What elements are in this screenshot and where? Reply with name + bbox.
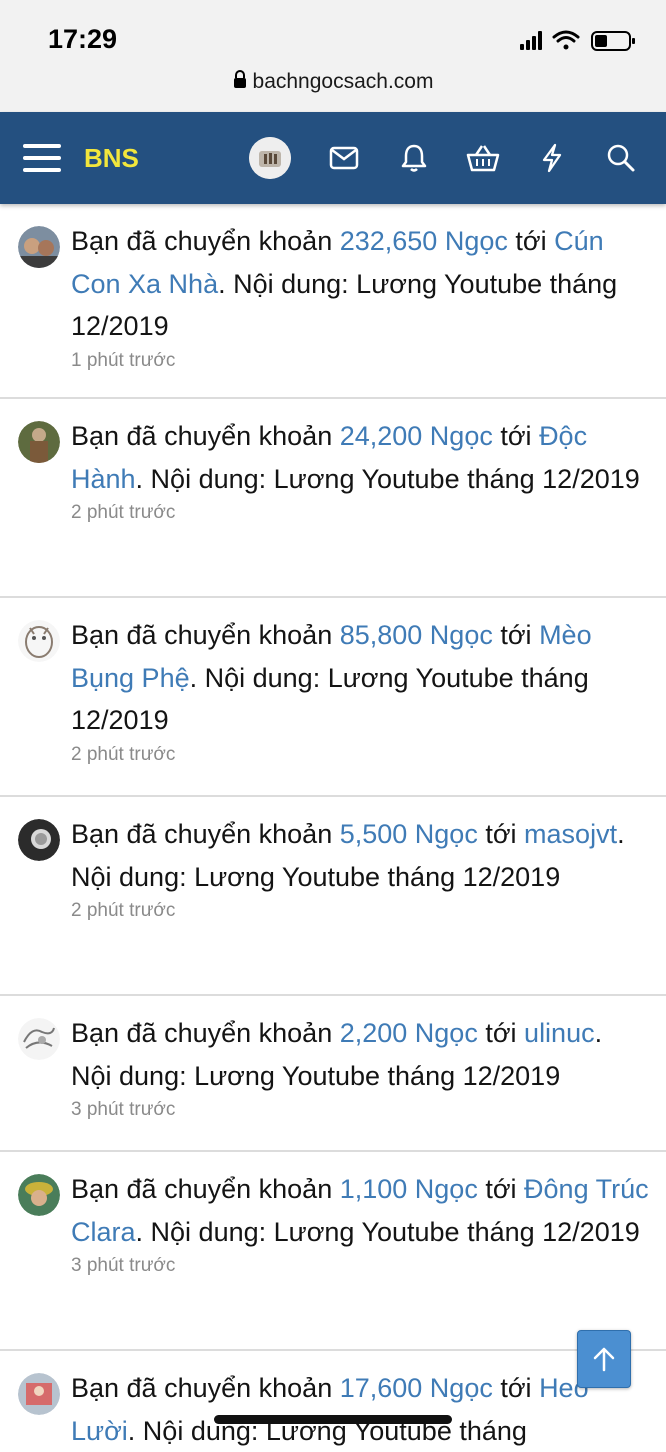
lock-icon	[233, 70, 247, 94]
site-navbar: BNS	[0, 112, 666, 204]
timestamp: 3 phút trước	[71, 1099, 176, 1120]
address-bar[interactable]: bachngocsach.com	[0, 70, 666, 94]
avatar[interactable]	[18, 226, 60, 268]
browser-status-bar: 17:29 bachngocsach.com	[0, 0, 666, 112]
avatar[interactable]	[18, 620, 60, 662]
amount-link[interactable]: 85,800 Ngọc	[340, 620, 493, 650]
clock: 17:29	[48, 24, 118, 54]
arrow-up-icon	[593, 1347, 615, 1372]
avatar[interactable]	[18, 1018, 60, 1060]
battery-icon	[591, 31, 635, 51]
avatar[interactable]	[18, 819, 60, 861]
list-item[interactable]: Bạn đã chuyển khoản 85,800 Ngọc tới Mèo …	[0, 598, 666, 797]
avatar[interactable]	[18, 421, 60, 463]
amount-link[interactable]: 2,200 Ngọc	[340, 1018, 478, 1048]
menu-icon[interactable]	[22, 112, 62, 204]
list-item[interactable]: Bạn đã chuyển khoản 24,200 Ngọc tới Độc …	[0, 399, 666, 598]
amount-link[interactable]: 17,600 Ngọc	[340, 1373, 493, 1403]
mail-icon[interactable]	[326, 112, 362, 204]
avatar[interactable]	[249, 137, 291, 179]
amount-link[interactable]: 5,500 Ngọc	[340, 819, 478, 849]
wifi-icon	[552, 30, 580, 50]
list-item[interactable]: Bạn đã chuyển khoản 1,100 Ngọc tới Đông …	[0, 1152, 666, 1351]
search-icon[interactable]	[604, 112, 638, 204]
avatar[interactable]	[18, 1174, 60, 1216]
timestamp: 2 phút trước	[71, 743, 176, 765]
brand-logo[interactable]: BNS	[84, 112, 139, 204]
transfer-message: Bạn đã chuyển khoản 24,200 Ngọc tới Độc …	[71, 421, 640, 494]
url-text: bachngocsach.com	[252, 70, 434, 93]
amount-link[interactable]: 24,200 Ngọc	[340, 421, 493, 451]
scroll-to-top-button[interactable]	[577, 1330, 631, 1388]
timestamp: 2 phút trước	[71, 900, 176, 921]
transfer-message: Bạn đã chuyển khoản 5,500 Ngọc tới masoj…	[71, 819, 625, 892]
list-item[interactable]: Bạn đã chuyển khoản 232,650 Ngọc tới Cún…	[0, 204, 666, 399]
basket-icon[interactable]	[464, 112, 502, 204]
transfer-message: Bạn đã chuyển khoản 17,600 Ngọc tới Heo …	[71, 1373, 589, 1446]
transfer-message: Bạn đã chuyển khoản 232,650 Ngọc tới Cún…	[71, 226, 618, 341]
transfer-message: Bạn đã chuyển khoản 85,800 Ngọc tới Mèo …	[71, 620, 592, 735]
recipient-link[interactable]: masojvt	[524, 819, 617, 849]
signal-icon	[520, 31, 542, 50]
timestamp: 2 phút trước	[71, 502, 176, 523]
amount-link[interactable]: 1,100 Ngọc	[340, 1174, 478, 1204]
timestamp: 3 phút trước	[71, 1255, 176, 1276]
avatar[interactable]	[18, 1373, 60, 1415]
recipient-link[interactable]: ulinuc	[524, 1018, 595, 1048]
transfer-feed: Bạn đã chuyển khoản 232,650 Ngọc tới Cún…	[0, 204, 666, 1451]
list-item[interactable]: Bạn đã chuyển khoản 5,500 Ngọc tới masoj…	[0, 797, 666, 996]
system-icons	[520, 28, 640, 54]
timestamp: 1 phút trước	[71, 349, 176, 371]
list-item[interactable]: Bạn đã chuyển khoản 17,600 Ngọc tới Heo …	[0, 1351, 666, 1451]
lightning-icon[interactable]	[536, 112, 568, 204]
home-indicator[interactable]	[214, 1415, 452, 1424]
list-item[interactable]: Bạn đã chuyển khoản 2,200 Ngọc tới ulinu…	[0, 996, 666, 1152]
amount-link[interactable]: 232,650 Ngọc	[340, 226, 508, 256]
bell-icon[interactable]	[396, 112, 432, 204]
transfer-message: Bạn đã chuyển khoản 1,100 Ngọc tới Đông …	[71, 1174, 649, 1247]
transfer-message: Bạn đã chuyển khoản 2,200 Ngọc tới ulinu…	[71, 1018, 603, 1091]
